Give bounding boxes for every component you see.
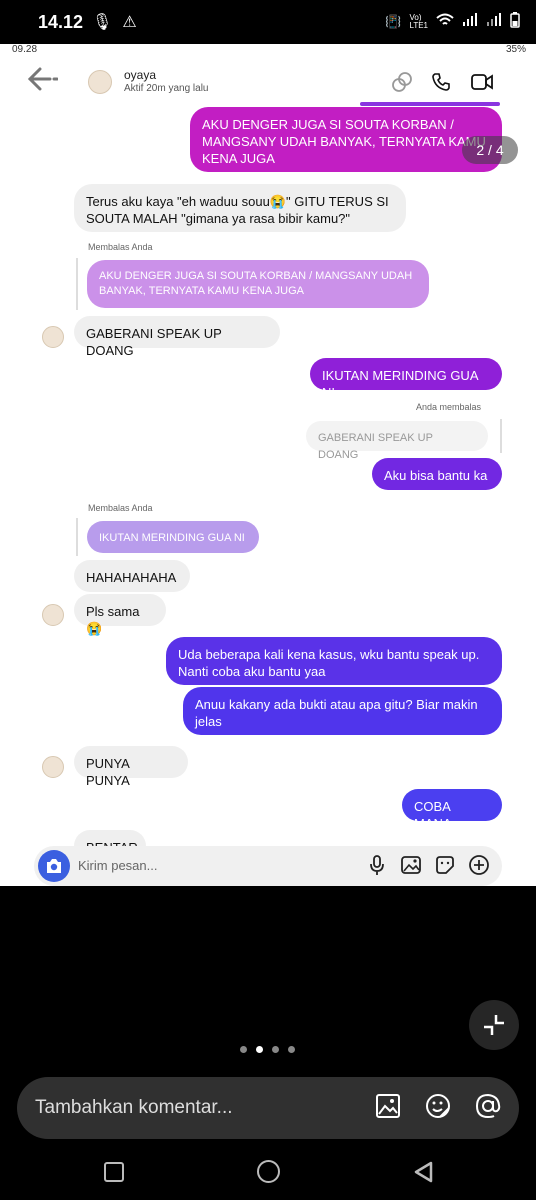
mic-icon: 🎙 <box>92 14 113 31</box>
battery-icon <box>510 12 520 31</box>
warning-icon: ⚠ <box>122 14 137 31</box>
message-out[interactable]: AKU DENGER JUGA SI SOUTA KORBAN / MANGSA… <box>190 107 502 172</box>
contact-status: Aktif 20m yang lalu <box>124 83 209 94</box>
sticker-icon[interactable] <box>434 854 456 881</box>
media-counter: 2 / 4 <box>462 136 518 164</box>
message-in[interactable]: PUNYA PUNYA <box>74 746 188 788</box>
page-dot <box>288 1046 295 1053</box>
signal-icon <box>462 13 478 30</box>
message-placeholder: Kirim pesan... <box>78 858 158 873</box>
gallery-icon[interactable] <box>400 854 422 881</box>
message-out[interactable]: Aku bisa bantu ka <box>372 458 502 490</box>
comment-placeholder: Tambahkan komentar... <box>35 1097 233 1118</box>
back-arrow-icon[interactable] <box>26 66 59 100</box>
quoted-message[interactable]: AKU DENGER JUGA SI SOUTA KORBAN / MANGSA… <box>87 260 429 308</box>
video-call-icon[interactable] <box>468 68 496 96</box>
page-dot <box>240 1046 247 1053</box>
image-icon[interactable] <box>374 1092 402 1125</box>
page-indicator <box>240 1046 295 1053</box>
chat-header: oyaya Aktif 20m yang lalu <box>0 58 536 108</box>
message-out[interactable]: COBA MANA <box>402 789 502 831</box>
message-in[interactable]: GABERANI SPEAK UP DOANG <box>74 316 280 358</box>
status-bar: 14.12 🎙 ⚠ 📳 Vo) LTE1 <box>0 0 536 44</box>
message-out[interactable]: Anuu kakany ada bukti atau apa gitu? Bia… <box>183 687 502 735</box>
message-out[interactable]: IKUTAN MERINDING GUA NI <box>310 358 502 400</box>
sticker-face-icon[interactable] <box>424 1092 452 1125</box>
wifi-icon <box>436 13 454 30</box>
quoted-message[interactable]: IKUTAN MERINDING GUA NI <box>87 521 259 553</box>
inner-status-time: 09.28 <box>12 44 38 55</box>
contact-name[interactable]: oyaya <box>124 68 156 82</box>
quoted-message[interactable]: GABERANI SPEAK UP DOANG <box>306 421 488 461</box>
back-icon[interactable] <box>412 1160 434 1189</box>
sender-avatar[interactable] <box>42 756 64 778</box>
message-in[interactable]: Pls sama😭 <box>74 594 166 636</box>
recent-apps-icon[interactable] <box>104 1162 124 1182</box>
message-in[interactable]: HAHAHAHAHA <box>74 560 190 592</box>
reply-label: Anda membalas <box>416 402 482 412</box>
signal-2-icon <box>486 13 502 30</box>
page-dot-active <box>256 1046 263 1053</box>
mention-icon[interactable] <box>474 1092 502 1125</box>
volte-icon: Vo) LTE1 <box>409 12 428 30</box>
effects-icon[interactable] <box>388 68 416 96</box>
add-icon[interactable] <box>468 854 490 881</box>
phone-icon[interactable] <box>427 68 455 96</box>
home-icon[interactable] <box>257 1160 280 1183</box>
microphone-icon[interactable] <box>366 854 388 881</box>
contact-avatar[interactable] <box>88 70 112 94</box>
status-time: 14.12 <box>38 12 84 32</box>
page-dot <box>272 1046 279 1053</box>
inner-status-battery: 35% <box>505 44 526 55</box>
sender-avatar[interactable] <box>42 326 64 348</box>
vibrate-icon: 📳 <box>385 13 402 29</box>
camera-icon[interactable] <box>38 850 70 882</box>
previous-bubble-edge <box>360 102 500 106</box>
navigation-bar <box>0 1150 536 1200</box>
reply-label: Membalas Anda <box>88 503 153 513</box>
minimize-icon[interactable] <box>469 1000 519 1050</box>
sender-avatar[interactable] <box>42 604 64 626</box>
shared-screenshot[interactable]: 09.28 35% oyaya Aktif 20m yang lalu AKU … <box>0 44 536 886</box>
reply-label: Membalas Anda <box>88 242 153 252</box>
message-in[interactable]: Terus aku kaya "eh waduu souu😭" GITU TER… <box>74 184 406 232</box>
message-out[interactable]: Uda beberapa kali kena kasus, wku bantu … <box>166 637 502 685</box>
